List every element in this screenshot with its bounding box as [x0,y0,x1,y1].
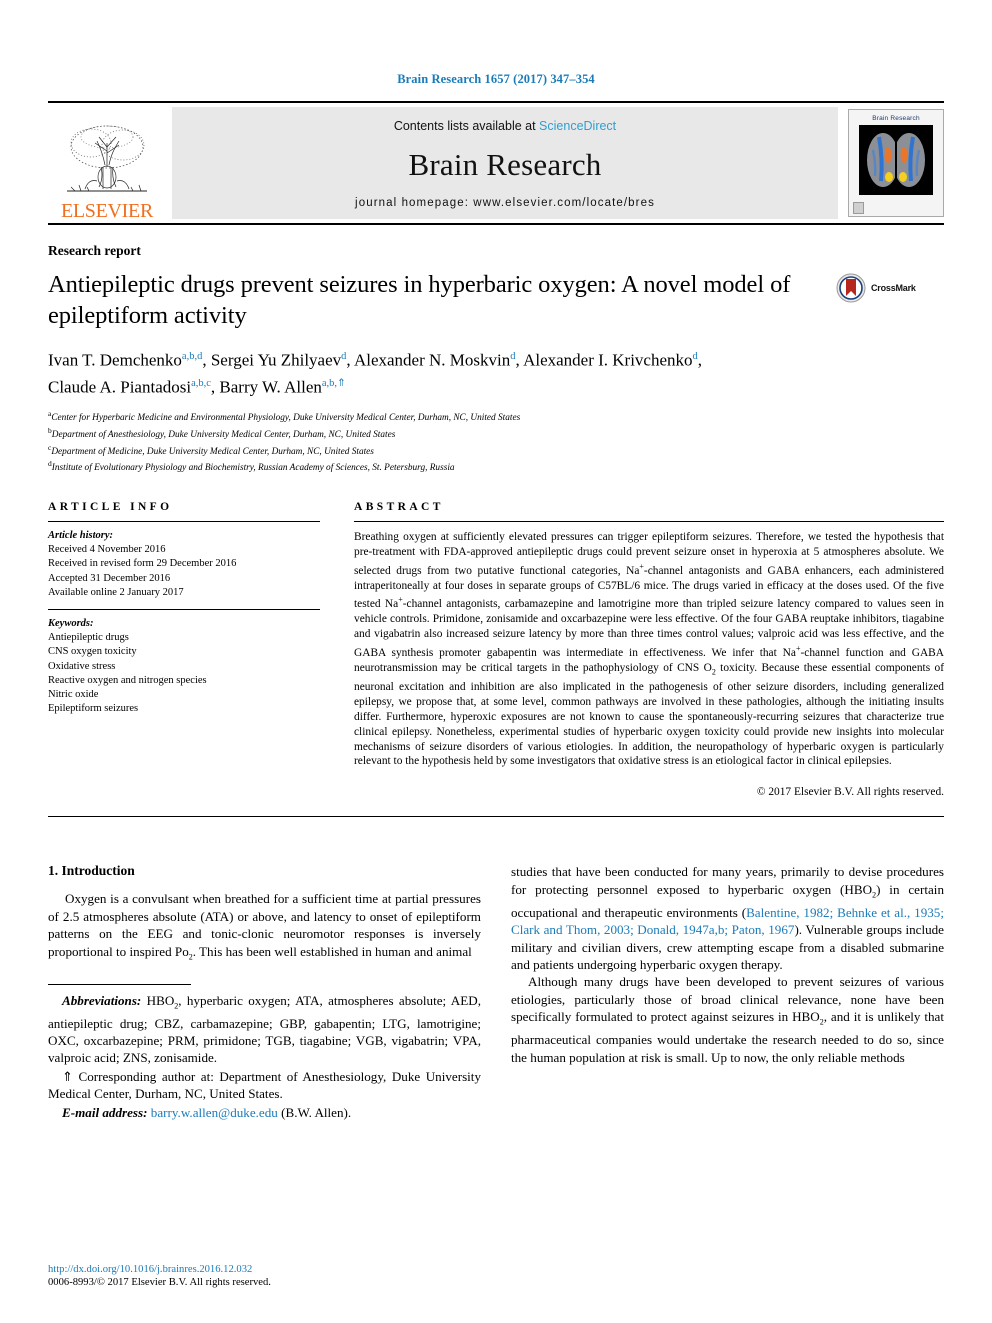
divider [48,816,944,818]
brain-scan-icon [859,125,933,195]
affiliation-text: Institute of Evolutionary Physiology and… [51,463,455,474]
keyword-item: Nitric oxide [48,689,99,701]
running-head: Brain Research 1657 (2017) 347–354 [397,72,595,86]
affiliation-item: cDepartment of Medicine, Duke University… [48,442,944,459]
affiliation-text: Department of Medicine, Duke University … [51,446,374,457]
keyword-item: Epileptiform seizures [48,703,139,715]
journal-article-page: Brain Research 1657 (2017) 347–354 ELSEV… [0,0,992,1323]
crossmark-badge[interactable]: CrossMark [836,269,944,303]
page-footer: http://dx.doi.org/10.1016/j.brainres.201… [48,1263,271,1289]
intro-paragraph-right-1: studies that have been conducted for man… [511,863,944,973]
masthead-center: Contents lists available at ScienceDirec… [172,107,838,219]
history-item: Received in revised form 29 December 201… [48,558,237,570]
crossmark-icon [836,273,866,303]
body-column-right: studies that have been conducted for man… [511,863,944,1122]
keyword-item: Antiepileptic drugs [48,632,129,644]
article-info-column: ARTICLE INFO Article history: Received 4… [48,501,320,798]
author-affil-mark[interactable]: a,b, [322,378,337,389]
footnotes-block: Abbreviations: HBO2, hyperbaric oxygen; … [48,992,481,1121]
author-name: Sergei Yu Zhilyaev [210,350,342,370]
keywords-label: Keywords: [48,618,94,630]
elsevier-logo: ELSEVIER [48,103,166,223]
email-footnote: E-mail address: barry.w.allen@duke.edu (… [48,1104,481,1121]
abbreviations-footnote: Abbreviations: HBO2, hyperbaric oxygen; … [48,992,481,1067]
author-affil-mark[interactable]: a,b,d [182,351,202,362]
author-name: Barry W. Allen [219,377,322,397]
contents-prefix: Contents lists available at [393,119,540,133]
affiliation-item: bDepartment of Anesthesiology, Duke Univ… [48,425,944,442]
doi-link[interactable]: http://dx.doi.org/10.1016/j.brainres.201… [48,1263,271,1276]
cover-badge [853,202,864,214]
email-link[interactable]: barry.w.allen@duke.edu [151,1105,278,1120]
keyword-item: CNS oxygen toxicity [48,646,137,658]
cover-journal-title: Brain Research [872,115,920,122]
sciencedirect-link[interactable]: ScienceDirect [539,119,616,133]
author-name: Alexander N. Moskvin [353,350,511,370]
abbreviations-label: Abbreviations: [62,992,142,1008]
keywords-block: Keywords: Antiepileptic drugs CNS oxygen… [48,610,320,725]
history-item: Available online 2 January 2017 [48,586,184,598]
intro-paragraph-right-2: Although many drugs have been developed … [511,974,944,1065]
article-type-kicker: Research report [48,243,141,258]
keyword-item: Oxidative stress [48,660,116,672]
article-info-heading: ARTICLE INFO [48,501,173,514]
abstract-heading: ABSTRACT [354,501,444,514]
journal-cover-thumbnail: Brain Research [848,109,944,217]
author-name: Ivan T. Demchenko [48,350,182,370]
abstract-copyright: © 2017 Elsevier B.V. All rights reserved… [756,786,944,799]
footnote-divider [48,983,191,985]
history-item: Received 4 November 2016 [48,544,166,556]
author-list: Ivan T. Demchenkoa,b,d, Sergei Yu Zhilya… [48,350,703,397]
author-name: Claude A. Piantadosi [48,377,192,397]
author-affil-mark[interactable]: d [341,351,346,362]
author-name: Alexander I. Krivchenko [523,350,693,370]
issn-copyright-line: 0006-8993/© 2017 Elsevier B.V. All right… [48,1277,271,1288]
info-abstract-region: ARTICLE INFO Article history: Received 4… [48,501,944,798]
abstract-text: Breathing oxygen at sufficiently elevate… [354,531,944,768]
email-suffix: (B.W. Allen). [277,1104,352,1120]
crossmark-label: CrossMark [871,283,916,293]
article-history-block: Article history: Received 4 November 201… [48,522,320,609]
keyword-item: Reactive oxygen and nitrogen species [48,674,207,686]
section-title-introduction: 1. Introduction [48,863,135,879]
page-title: Antiepileptic drugs prevent seizures in … [48,271,791,329]
journal-homepage[interactable]: journal homepage: www.elsevier.com/locat… [355,197,655,209]
affiliation-text: Center for Hyperbaric Medicine and Envir… [51,413,521,424]
body-column-left: 1. Introduction Oxygen is a convulsant w… [48,863,481,1122]
author-affil-mark[interactable]: a,b,c [191,378,211,389]
abstract-body: Breathing oxygen at sufficiently elevate… [354,522,944,769]
journal-title: Brain Research [408,147,602,182]
body-columns: 1. Introduction Oxygen is a convulsant w… [48,863,944,1122]
affiliation-item: dInstitute of Evolutionary Physiology an… [48,458,944,475]
corresponding-author-marker[interactable]: ⇑ [337,378,346,389]
elsevier-wordmark: ELSEVIER [60,200,154,222]
corresponding-author-footnote: ⇑ Corresponding author at: Department of… [48,1068,481,1102]
contents-lists-line: Contents lists available at ScienceDirec… [394,119,616,133]
affiliation-list: aCenter for Hyperbaric Medicine and Envi… [48,408,944,475]
article-history-label: Article history: [48,530,114,542]
author-affil-mark[interactable]: d [693,351,698,362]
author-affil-mark[interactable]: d [510,351,515,362]
journal-masthead: ELSEVIER Contents lists available at Sci… [48,101,944,225]
abstract-column: ABSTRACT Breathing oxygen at sufficientl… [354,501,944,798]
title-row: Antiepileptic drugs prevent seizures in … [48,269,944,331]
affiliation-text: Department of Anesthesiology, Duke Unive… [51,430,396,441]
intro-paragraph-left: Oxygen is a convulsant when breathed for… [48,891,481,962]
affiliation-item: aCenter for Hyperbaric Medicine and Envi… [48,408,944,425]
cover-brain-image [859,125,933,195]
elsevier-tree-icon [67,125,147,192]
history-item: Accepted 31 December 2016 [48,572,171,584]
email-label: E-mail address: [62,1104,148,1120]
